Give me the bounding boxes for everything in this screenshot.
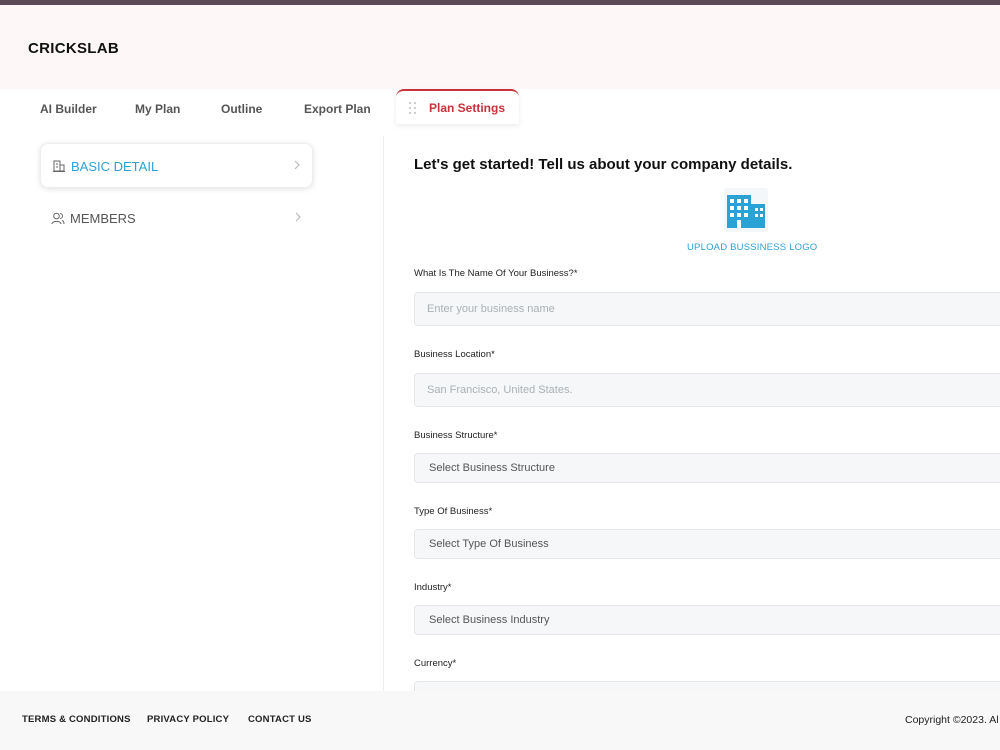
industry-label: Industry* <box>414 582 452 593</box>
business-structure-label: Business Structure* <box>414 430 498 441</box>
building-icon <box>52 159 66 173</box>
drag-handle-icon[interactable] <box>409 102 417 114</box>
business-type-select[interactable]: Select Type Of Business <box>414 529 1000 559</box>
tab-export-plan[interactable]: Export Plan <box>304 102 371 116</box>
plan-tabs: AI Builder My Plan Outline Export Plan P… <box>0 89 1000 131</box>
business-name-input[interactable] <box>414 292 1000 326</box>
copyright-text: Copyright ©2023. Al <box>905 714 999 726</box>
tab-ai-builder[interactable]: AI Builder <box>40 102 97 116</box>
footer: TERMS & CONDITIONS PRIVACY POLICY CONTAC… <box>0 691 1000 750</box>
tab-plan-settings[interactable]: Plan Settings <box>396 89 519 124</box>
sidebar-item-label: MEMBERS <box>70 211 136 226</box>
contact-link[interactable]: CONTACT US <box>248 714 312 725</box>
business-location-label: Business Location* <box>414 349 495 360</box>
app-header: CRICKSLAB <box>0 5 1000 89</box>
chevron-right-icon <box>293 210 303 224</box>
sidebar-item-basic-detail[interactable]: BASIC DETAIL <box>40 143 313 188</box>
sidebar-item-label: BASIC DETAIL <box>71 159 159 174</box>
tab-plan-settings-label: Plan Settings <box>429 101 506 115</box>
industry-select[interactable]: Select Business Industry <box>414 605 1000 635</box>
tab-outline[interactable]: Outline <box>221 102 262 116</box>
business-name-label: What Is The Name Of Your Business?* <box>414 268 578 279</box>
page-title: Let's get started! Tell us about your co… <box>414 156 793 173</box>
business-structure-select[interactable]: Select Business Structure <box>414 453 1000 483</box>
terms-link[interactable]: TERMS & CONDITIONS <box>22 714 131 725</box>
tab-my-plan[interactable]: My Plan <box>135 102 180 116</box>
upload-logo-button[interactable] <box>724 188 768 232</box>
currency-label: Currency* <box>414 658 457 669</box>
business-location-input[interactable] <box>414 373 1000 407</box>
business-logo-icon <box>724 188 768 232</box>
chevron-right-icon <box>292 158 302 172</box>
business-type-label: Type Of Business* <box>414 506 493 517</box>
panel-divider <box>383 136 384 691</box>
users-icon <box>51 211 65 225</box>
brand-logo-text[interactable]: CRICKSLAB <box>28 40 119 57</box>
upload-logo-link[interactable]: UPLOAD BUSSINESS LOGO <box>687 242 817 253</box>
sidebar-item-members[interactable]: MEMBERS <box>40 196 313 241</box>
privacy-link[interactable]: PRIVACY POLICY <box>147 714 229 725</box>
